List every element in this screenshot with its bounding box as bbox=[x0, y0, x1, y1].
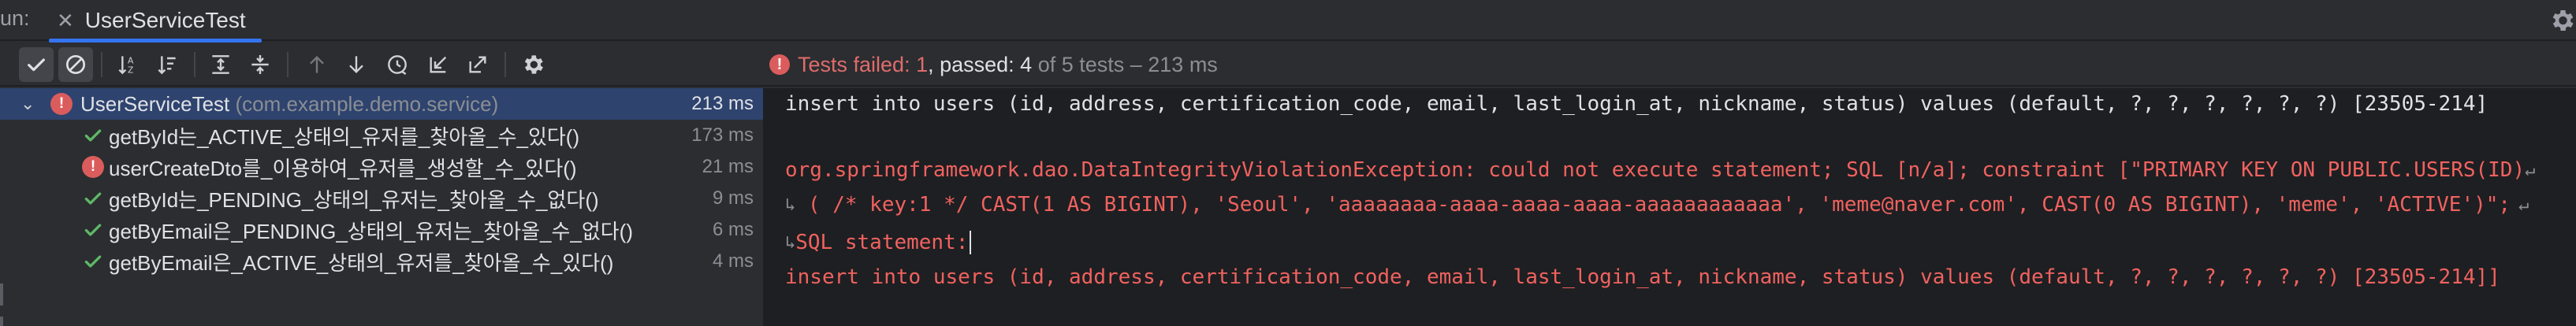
test-duration: 213 ms bbox=[691, 93, 754, 114]
next-failed-test-icon[interactable] bbox=[339, 47, 374, 82]
gutter-marker bbox=[0, 317, 3, 326]
toolbar-separator bbox=[504, 52, 506, 77]
sort-alphabetically-icon[interactable]: AZ bbox=[110, 47, 145, 82]
test-suite-name: UserServiceTest (com.example.demo.servic… bbox=[80, 91, 499, 116]
test-duration: 4 ms bbox=[712, 250, 754, 272]
settings-gear-icon[interactable] bbox=[516, 47, 550, 82]
console-line: org.springframework.dao.DataIntegrityVio… bbox=[785, 158, 2536, 182]
test-row[interactable]: getById는_PENDING_상태의_유저는_찾아올_수_없다() 9 ms bbox=[0, 183, 763, 214]
test-status-summary: ! Tests failed: 1, passed: 4 of 5 tests … bbox=[769, 43, 1218, 87]
export-tests-icon[interactable] bbox=[460, 47, 495, 82]
soft-wrap-icon: ↳ bbox=[785, 194, 796, 215]
tab-title: UserServiceTest bbox=[84, 8, 246, 32]
test-duration: 173 ms bbox=[691, 124, 754, 146]
test-name: getById는_ACTIVE_상태의_유저를_찾아올_수_있다() bbox=[109, 124, 580, 149]
gutter-marker bbox=[0, 283, 3, 306]
test-duration: 9 ms bbox=[712, 187, 754, 209]
test-row[interactable]: getByEmail은_PENDING_상태의_유저는_찾아올_수_없다() 6… bbox=[0, 214, 763, 246]
close-icon[interactable]: ✕ bbox=[57, 9, 74, 33]
expand-all-icon[interactable] bbox=[203, 47, 238, 82]
soft-wrap-icon: ↵ bbox=[2525, 160, 2536, 180]
test-duration: 21 ms bbox=[702, 156, 754, 177]
tests-failed-text: Tests failed: 1 bbox=[798, 52, 929, 76]
toolbar-separator bbox=[194, 52, 195, 77]
previous-failed-test-icon[interactable] bbox=[300, 47, 334, 82]
toolbar-separator bbox=[287, 52, 288, 77]
console-line: ↳ ( /* key:1 */ CAST(1 AS BIGINT), 'Seou… bbox=[785, 193, 2529, 217]
test-row[interactable]: getById는_ACTIVE_상태의_유저를_찾아올_수_있다() 173 m… bbox=[0, 120, 763, 151]
console-output[interactable]: insert into users (id, address, certific… bbox=[766, 88, 2576, 326]
run-label: un: bbox=[0, 6, 30, 30]
console-line: ↳ SQL statement: bbox=[785, 227, 972, 258]
tests-passed-text: , passed: 4 bbox=[928, 52, 1033, 76]
svg-text:Z: Z bbox=[128, 65, 133, 76]
passed-check-icon bbox=[82, 250, 104, 272]
soft-wrap-icon: ↵ bbox=[2518, 194, 2529, 215]
test-results-tree: ⌄ ! UserServiceTest (com.example.demo.se… bbox=[0, 88, 763, 326]
test-name: getByEmail은_PENDING_상태의_유저는_찾아올_수_없다() bbox=[109, 219, 633, 243]
toolbar-separator bbox=[101, 52, 102, 77]
console-line: insert into users (id, address, certific… bbox=[785, 92, 2489, 116]
test-duration: 6 ms bbox=[712, 219, 754, 240]
run-tool-window-header: un: ✕ UserServiceTest bbox=[0, 0, 2576, 43]
show-ignored-circle-slash-icon[interactable] bbox=[58, 47, 93, 82]
test-row[interactable]: ! userCreateDto를_이용하여_유저를_생성할_수_있다() 21 … bbox=[0, 151, 763, 183]
text-caret bbox=[970, 231, 972, 254]
soft-wrap-icon: ↳ bbox=[785, 232, 796, 253]
gear-icon[interactable] bbox=[2548, 6, 2576, 35]
test-runner-toolbar: AZ ! Tests failed: 1, passed: 4 of 5 tes… bbox=[0, 43, 2576, 87]
collapse-all-icon[interactable] bbox=[243, 47, 277, 82]
passed-check-icon bbox=[82, 124, 104, 146]
passed-check-icon bbox=[82, 187, 104, 209]
tests-total-text: of 5 tests – 213 ms bbox=[1032, 52, 1218, 76]
passed-check-icon bbox=[82, 219, 104, 241]
tab-userservicetest[interactable]: ✕ UserServiceTest bbox=[49, 0, 262, 43]
test-name: userCreateDto를_이용하여_유저를_생성할_수_있다() bbox=[109, 156, 577, 180]
sort-by-duration-icon[interactable] bbox=[150, 47, 184, 82]
test-row[interactable]: getByEmail은_ACTIVE_상태의_유저를_찾아올_수_있다() 4 … bbox=[0, 246, 763, 277]
test-name: getByEmail은_ACTIVE_상태의_유저를_찾아올_수_있다() bbox=[109, 250, 614, 275]
test-history-clock-icon[interactable] bbox=[380, 47, 415, 82]
show-passed-check-icon[interactable] bbox=[19, 47, 54, 82]
import-tests-icon[interactable] bbox=[421, 47, 456, 82]
console-line: insert into users (id, address, certific… bbox=[785, 265, 2500, 289]
failed-test-icon: ! bbox=[50, 93, 73, 115]
test-name: getById는_PENDING_상태의_유저는_찾아올_수_없다() bbox=[109, 187, 599, 212]
chevron-down-icon[interactable]: ⌄ bbox=[20, 94, 35, 114]
test-suite-row[interactable]: ⌄ ! UserServiceTest (com.example.demo.se… bbox=[0, 88, 763, 120]
failed-test-icon: ! bbox=[82, 156, 104, 178]
error-icon: ! bbox=[769, 54, 790, 75]
